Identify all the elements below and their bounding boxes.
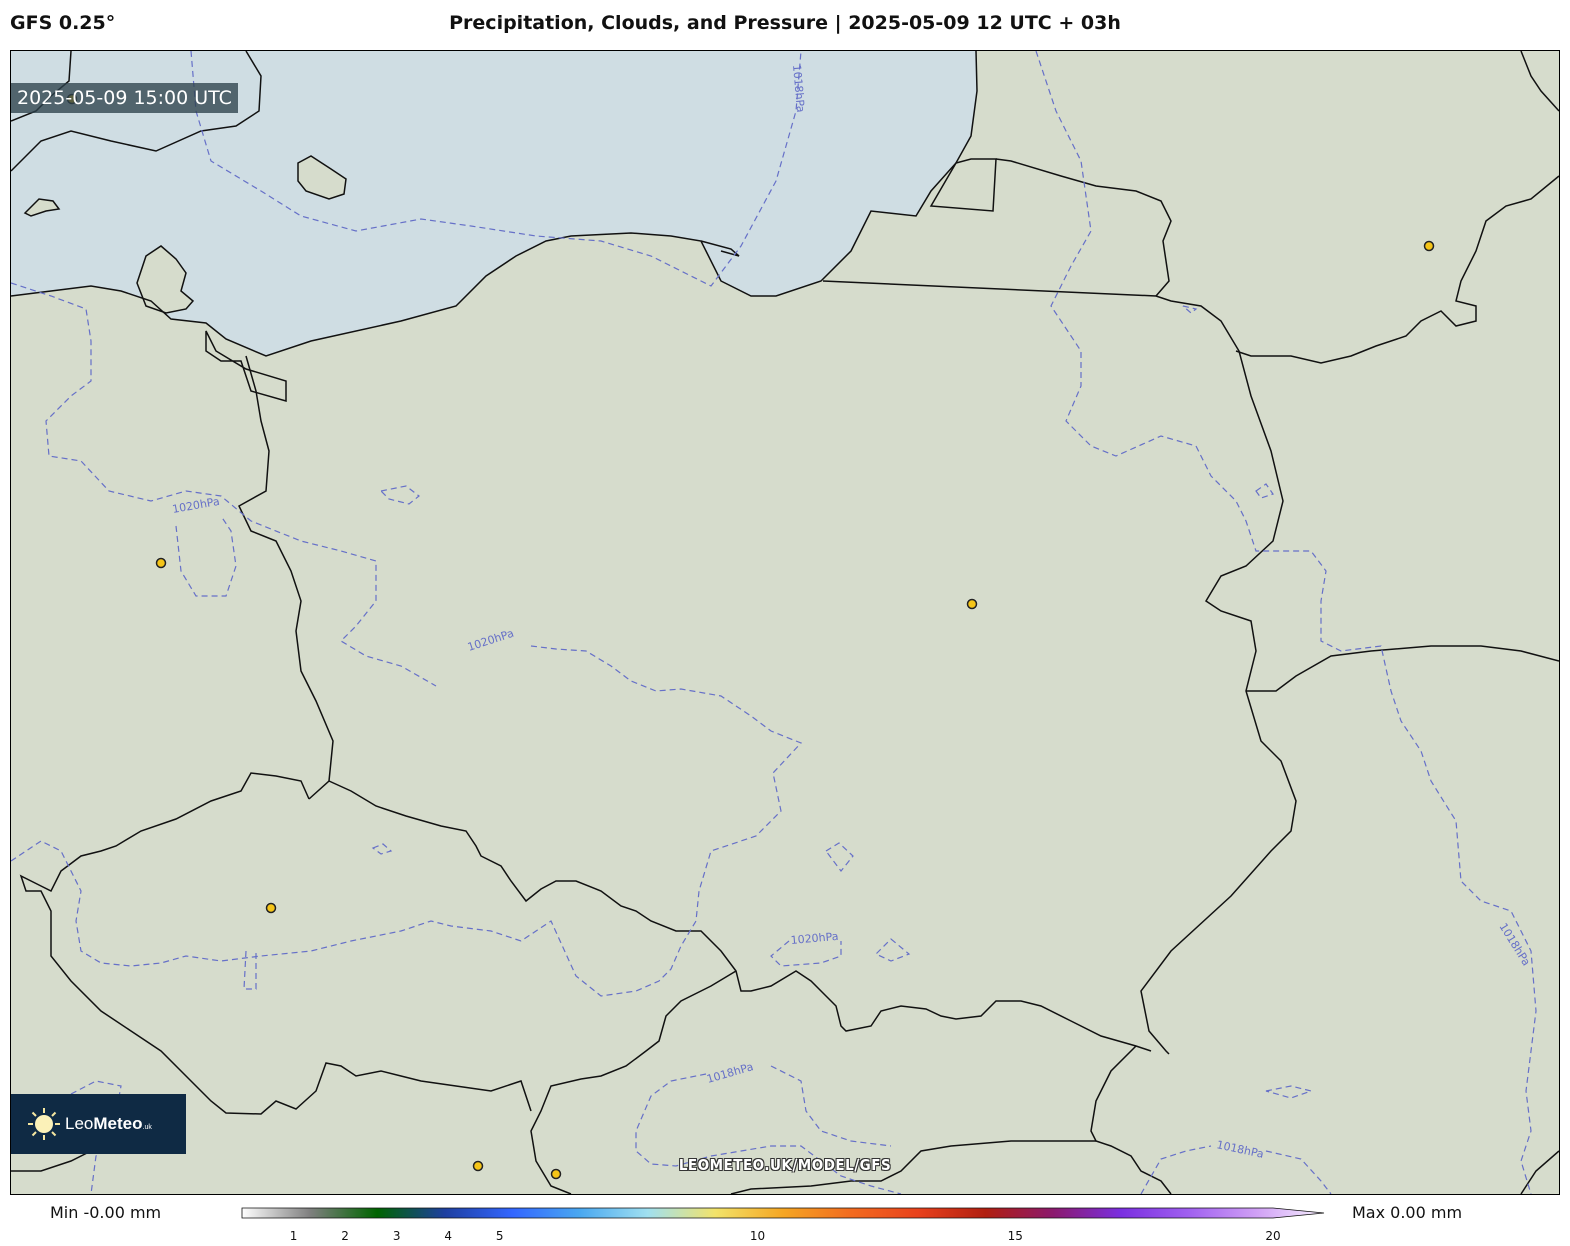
city-marker[interactable] (1423, 240, 1435, 252)
colorbar-tick-label: 3 (392, 1229, 401, 1243)
leometeo-logo[interactable]: LeoMeteo.uk (11, 1094, 186, 1154)
logo-tld: .uk (142, 1124, 152, 1131)
logo-name-light: Leo (65, 1114, 94, 1133)
colorbar-tick-label: 10 (749, 1229, 766, 1243)
city-marker[interactable] (155, 557, 167, 569)
map-canvas[interactable]: 1018hPa 1020hPa 1020hPa 1020hPa 1018hPa … (11, 51, 1559, 1194)
logo-name-bold: Meteo (93, 1114, 143, 1133)
map-panel[interactable]: 1018hPa 1020hPa 1020hPa 1020hPa 1018hPa … (10, 50, 1560, 1195)
colorbar-tick-label: 15 (1007, 1229, 1023, 1243)
precipitation-colorbar (241, 1207, 1325, 1219)
colorbar-tick-label: 4 (444, 1229, 453, 1243)
sun-icon (28, 1108, 60, 1140)
watermark-url: LEOMETEO.UK/MODEL/GFS (678, 1156, 892, 1174)
colorbar-min-label: Min -0.00 mm (50, 1203, 162, 1222)
colorbar-fill (241, 1207, 1325, 1219)
colorbar-tick-label: 20 (1265, 1229, 1281, 1243)
valid-time-badge: 2025-05-09 15:00 UTC (11, 83, 238, 113)
colorbar-tick-label: 2 (341, 1229, 349, 1243)
page-title: Precipitation, Clouds, and Pressure | 20… (449, 12, 1121, 34)
city-marker[interactable] (265, 902, 277, 914)
city-marker[interactable] (966, 598, 978, 610)
colorbar-max-label: Max 0.00 mm (1352, 1203, 1463, 1222)
colorbar-tick-label: 1 (289, 1229, 298, 1243)
logo-text: LeoMeteo.uk (65, 1114, 152, 1134)
colorbar-tick-label: 5 (495, 1229, 504, 1243)
